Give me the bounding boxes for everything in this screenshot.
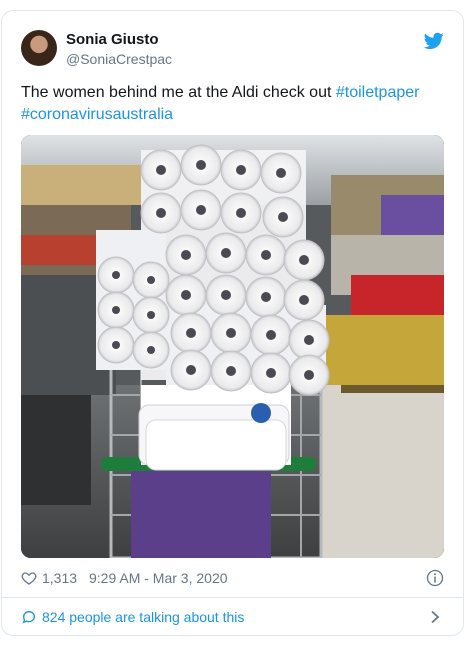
tweet-photo[interactable] <box>21 135 444 558</box>
like-count[interactable]: 1,313 <box>42 570 77 586</box>
info-icon[interactable] <box>426 569 444 587</box>
tweet-timestamp[interactable]: 9:29 AM - Mar 3, 2020 <box>89 570 228 586</box>
photo-illustration <box>21 135 444 558</box>
twitter-bird-icon[interactable] <box>424 32 444 50</box>
tweet-meta-row: 1,313 9:29 AM - Mar 3, 2020 <box>21 569 446 587</box>
tweet-text: The women behind me at the Aldi check ou… <box>21 82 446 126</box>
hashtag-coronavirusaustralia-link[interactable]: #coronavirusaustralia <box>21 106 173 123</box>
conversation-count-text[interactable]: 824 people are talking about this <box>42 609 244 625</box>
avatar[interactable] <box>21 30 57 66</box>
conversation-link[interactable]: 824 people are talking about this <box>21 608 446 626</box>
heart-icon[interactable] <box>21 570 37 586</box>
divider <box>1 597 464 598</box>
speech-bubble-icon <box>22 610 36 624</box>
chevron-right-icon[interactable] <box>429 610 441 624</box>
user-handle[interactable]: @SoniaCrestpac <box>66 51 172 67</box>
hashtag-toiletpaper-link[interactable]: #toiletpaper <box>336 84 420 101</box>
tweet-text-body: The women behind me at the Aldi check ou… <box>21 84 336 101</box>
display-name[interactable]: Sonia Giusto <box>66 31 159 48</box>
